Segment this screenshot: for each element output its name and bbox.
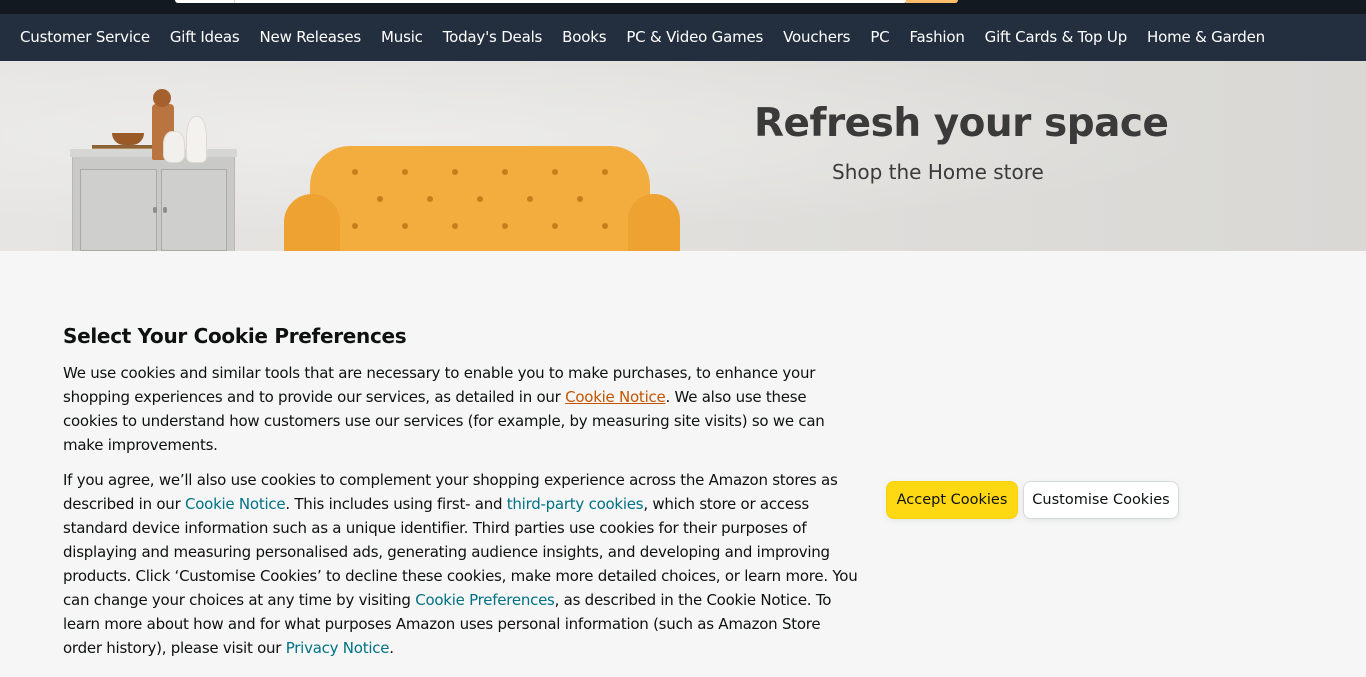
main-nav: Customer Service Gift Ideas New Releases… [0,14,1366,61]
nav-item-gift-ideas[interactable]: Gift Ideas [160,14,250,61]
nav-item-vouchers[interactable]: Vouchers [773,14,860,61]
sofa-tuft [602,169,608,175]
sofa-tuft [402,223,408,229]
sofa-tuft [477,196,483,202]
sofa-tuft [452,223,458,229]
nav-item-pc[interactable]: PC [860,14,899,61]
sofa-tuft [602,223,608,229]
cabinet-door-left [80,169,157,251]
nav-item-todays-deals[interactable]: Today's Deals [433,14,552,61]
cabinet-knob [163,207,167,213]
sofa-tuft [352,223,358,229]
sofa-tuft [552,169,558,175]
search-button[interactable] [906,0,958,3]
sofa-tuft [452,169,458,175]
wooden-ball-decor [153,89,171,107]
sofa-tuft [427,196,433,202]
nav-item-books[interactable]: Books [552,14,616,61]
cookie-notice-link[interactable]: Cookie Notice [565,388,666,406]
cabinet-knob [153,207,157,213]
sofa-tuft [352,169,358,175]
sofa-tuft [377,196,383,202]
cookie-text: . [389,639,394,657]
banner-subtitle: Shop the Home store [832,160,1044,184]
sofa-tuft [577,196,583,202]
cookie-paragraph-1: We use cookies and similar tools that ar… [63,361,863,457]
white-vase-decor [186,116,207,163]
nav-item-new-releases[interactable]: New Releases [250,14,372,61]
search-category-divider [234,0,235,3]
sofa-tuft [402,169,408,175]
top-header [0,0,1366,14]
cookie-consent-panel: Select Your Cookie Preferences We use co… [0,251,1366,677]
nav-item-music[interactable]: Music [371,14,433,61]
nav-item-gift-cards[interactable]: Gift Cards & Top Up [975,14,1137,61]
customise-cookies-button[interactable]: Customise Cookies [1023,481,1179,519]
search-input[interactable] [175,0,907,3]
cookie-preferences-link[interactable]: Cookie Preferences [415,591,555,609]
cookie-title: Select Your Cookie Preferences [63,324,407,348]
nav-item-fashion[interactable]: Fashion [899,14,974,61]
nav-item-customer-service[interactable]: Customer Service [10,14,160,61]
cookie-paragraph-2: If you agree, we’ll also use cookies to … [63,468,863,660]
cookie-notice-link[interactable]: Cookie Notice [185,495,286,513]
sofa-arm-left [284,194,340,251]
sofa-arm-right [628,194,680,251]
accept-cookies-button[interactable]: Accept Cookies [886,481,1018,519]
sofa-tuft [502,223,508,229]
cookie-text: . This includes using first- and [285,495,507,513]
nav-item-pc-video-games[interactable]: PC & Video Games [616,14,773,61]
sofa-tuft [527,196,533,202]
banner-title: Refresh your space [754,101,1169,146]
privacy-notice-link[interactable]: Privacy Notice [286,639,390,657]
cabinet-door-right [161,169,227,251]
white-vase-decor [163,131,185,163]
sofa-tuft [502,169,508,175]
sofa-tuft [552,223,558,229]
third-party-cookies-link[interactable]: third-party cookies [507,495,644,513]
home-store-banner[interactable]: Refresh your space Shop the Home store [0,61,1366,251]
nav-item-home-garden[interactable]: Home & Garden [1137,14,1275,61]
